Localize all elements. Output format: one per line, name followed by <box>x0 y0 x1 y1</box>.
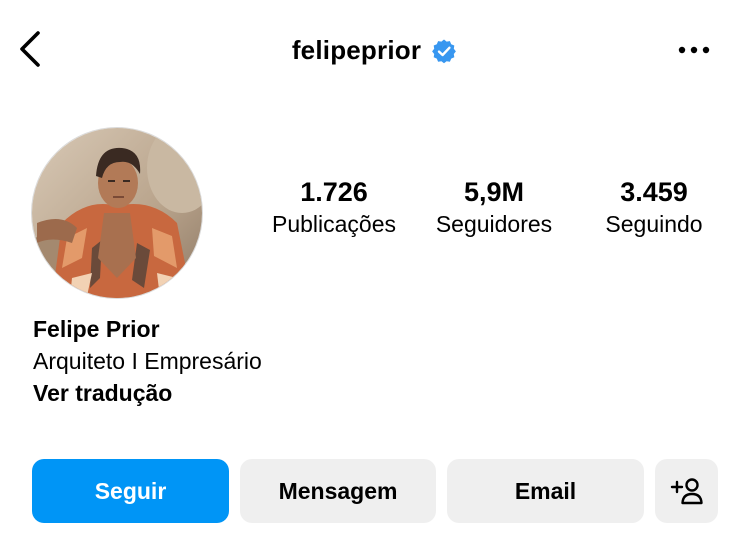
followers-count: 5,9M <box>463 177 525 207</box>
following-count: 3.459 <box>620 177 688 207</box>
profile-header: felipeprior <box>0 32 749 68</box>
profile-bio: Arquiteto I Empresário <box>33 348 262 374</box>
follow-button[interactable]: Seguir <box>32 459 229 523</box>
email-button[interactable]: Email <box>447 459 644 523</box>
suggested-accounts-button[interactable] <box>655 459 718 523</box>
profile-avatar[interactable] <box>31 127 203 299</box>
verified-badge-icon <box>432 39 457 64</box>
stat-posts[interactable]: 1.726 Publicações <box>260 176 408 240</box>
following-label: Seguindo <box>605 211 703 237</box>
message-button[interactable]: Mensagem <box>240 459 436 523</box>
stat-following[interactable]: 3.459 Seguindo <box>580 176 728 240</box>
stat-followers[interactable]: 5,9M Seguidores <box>420 176 568 240</box>
posts-count: 1.726 <box>300 177 368 207</box>
see-translation-link[interactable]: Ver tradução <box>33 378 172 408</box>
add-person-icon <box>670 478 703 505</box>
followers-label: Seguidores <box>435 211 553 237</box>
posts-label: Publicações <box>271 211 397 237</box>
profile-photo <box>32 128 202 298</box>
profile-name: Felipe Prior <box>33 316 160 342</box>
more-options-icon[interactable] <box>674 36 714 64</box>
username: felipeprior <box>291 34 422 65</box>
